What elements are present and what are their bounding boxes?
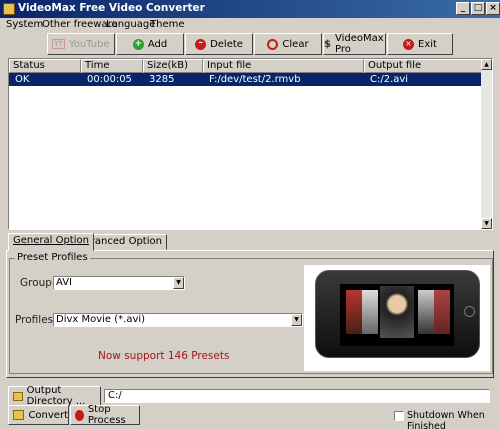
chevron-down-icon[interactable]: ▼ xyxy=(173,277,184,289)
youtube-icon: YT xyxy=(52,39,65,49)
file-list[interactable]: Status Time Size(kB) Input file Output f… xyxy=(8,58,493,230)
delete-icon: – xyxy=(195,38,207,50)
profiles-select-value: Divx Movie (*.avi) xyxy=(56,314,146,325)
chevron-down-icon[interactable]: ▼ xyxy=(291,314,302,326)
convert-label: Convert xyxy=(28,409,68,421)
home-button-icon xyxy=(464,306,475,317)
output-directory-button[interactable]: Output Directory ... xyxy=(8,385,101,407)
minimize-button[interactable]: _ xyxy=(456,2,470,15)
maximize-button[interactable]: □ xyxy=(471,2,485,15)
preset-profiles-label: Preset Profiles xyxy=(15,252,90,263)
vertical-scrollbar[interactable]: ▲ ▼ xyxy=(481,59,492,229)
row-size: 3285 xyxy=(149,74,175,85)
close-button[interactable]: × xyxy=(486,2,500,15)
menu-bar: System Other freeware Language Theme xyxy=(0,18,500,32)
album-cover xyxy=(418,290,434,334)
exit-icon: × xyxy=(403,38,415,50)
add-icon: + xyxy=(132,38,144,50)
group-select-value: AVI xyxy=(56,277,72,288)
clear-icon xyxy=(267,38,279,50)
app-icon xyxy=(3,3,15,15)
title-bar: VideoMax Free Video Converter _ □ × xyxy=(0,0,500,18)
profiles-label: Profiles: xyxy=(15,314,57,326)
group-label: Group: xyxy=(20,277,56,289)
stop-icon xyxy=(75,409,84,421)
tab-general-option[interactable]: General Option xyxy=(8,233,94,251)
device-screen xyxy=(340,284,454,346)
videomax-pro-button[interactable]: $ VideoMax Pro xyxy=(323,33,386,55)
presets-count-note: Now support 146 Presets xyxy=(98,350,230,362)
file-list-header: Status Time Size(kB) Input file Output f… xyxy=(9,59,482,73)
row-input-file: F:/dev/test/2.rmvb xyxy=(209,74,301,85)
shutdown-checkbox[interactable] xyxy=(394,411,404,421)
pro-icon: $ xyxy=(324,38,331,50)
folder-icon xyxy=(13,391,23,401)
menu-theme[interactable]: Theme xyxy=(150,19,185,30)
clear-button[interactable]: Clear xyxy=(254,33,322,55)
exit-label: Exit xyxy=(418,38,437,50)
convert-icon xyxy=(13,410,25,420)
column-status[interactable]: Status xyxy=(9,59,81,73)
device-preview xyxy=(304,265,490,371)
media-player-image xyxy=(315,270,480,358)
row-output-file: C:/2.avi xyxy=(370,74,409,85)
menu-language[interactable]: Language xyxy=(106,19,155,30)
delete-button[interactable]: – Delete xyxy=(185,33,253,55)
row-status: OK xyxy=(15,74,30,85)
scroll-up-icon[interactable]: ▲ xyxy=(481,59,492,70)
shutdown-label: Shutdown When Finished xyxy=(407,410,485,429)
clear-label: Clear xyxy=(282,38,309,50)
output-directory-field[interactable]: C:/ xyxy=(104,389,490,403)
album-cover xyxy=(434,290,450,334)
add-label: Add xyxy=(147,38,168,50)
tab-general-option-label: General Option xyxy=(13,235,89,246)
column-size[interactable]: Size(kB) xyxy=(143,59,203,73)
group-select[interactable]: AVI ▼ xyxy=(53,276,185,290)
album-cover xyxy=(346,290,362,334)
profiles-select[interactable]: Divx Movie (*.avi) ▼ xyxy=(53,313,303,327)
add-button[interactable]: + Add xyxy=(116,33,184,55)
stop-process-button[interactable]: Stop Process xyxy=(70,404,140,426)
album-cover xyxy=(362,290,378,334)
pro-label: VideoMax Pro xyxy=(334,33,384,55)
row-time: 00:00:05 xyxy=(87,74,132,85)
table-row[interactable]: OK 00:00:05 3285 F:/dev/test/2.rmvb C:/2… xyxy=(9,73,482,86)
album-cover xyxy=(380,286,414,338)
delete-label: Delete xyxy=(210,38,243,50)
column-output-file[interactable]: Output file xyxy=(364,59,482,73)
column-input-file[interactable]: Input file xyxy=(203,59,364,73)
column-time[interactable]: Time xyxy=(81,59,143,73)
convert-button[interactable]: Convert xyxy=(8,405,69,425)
window-title: VideoMax Free Video Converter xyxy=(18,2,205,14)
stop-process-label: Stop Process xyxy=(87,404,126,426)
exit-button[interactable]: × Exit xyxy=(387,33,453,55)
scroll-down-icon[interactable]: ▼ xyxy=(481,218,492,229)
menu-system[interactable]: System xyxy=(6,19,43,30)
youtube-button[interactable]: YT YouTube xyxy=(47,33,115,55)
youtube-label: YouTube xyxy=(68,38,110,50)
